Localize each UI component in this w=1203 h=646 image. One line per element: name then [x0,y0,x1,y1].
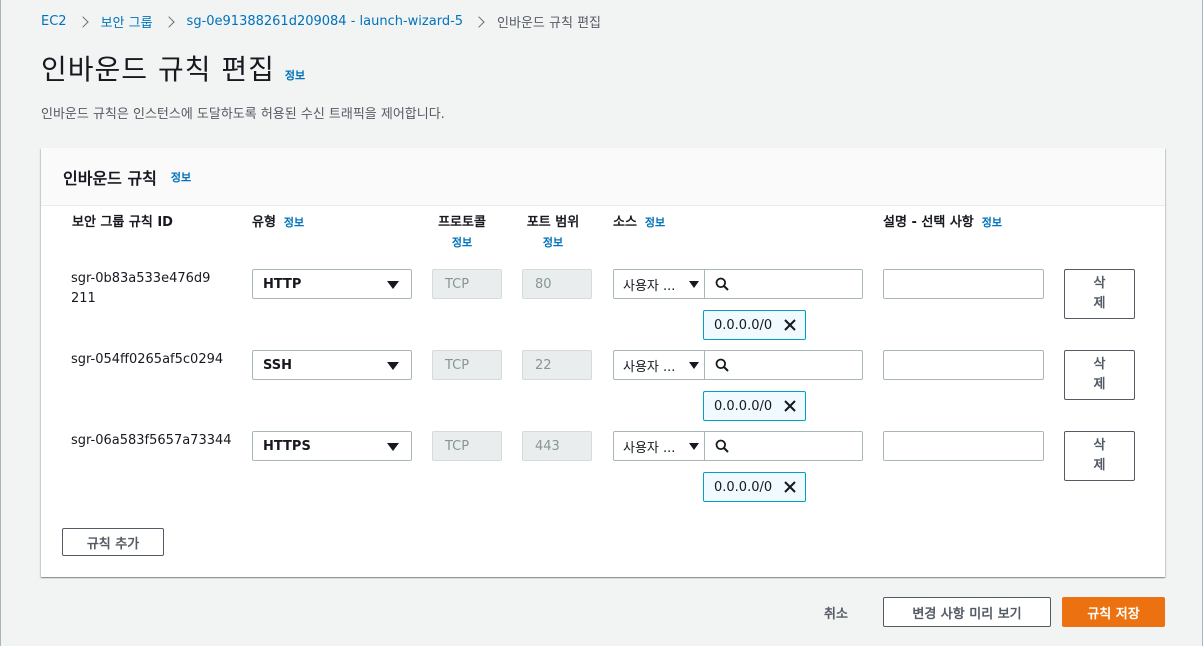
source-search-input[interactable] [704,269,863,299]
cancel-button[interactable]: 취소 [824,603,848,622]
col-header-port-range: 포트 범위 정보 [522,213,584,253]
type-value: HTTP [263,276,302,292]
panel-info-link[interactable]: 정보 [171,169,191,185]
close-icon[interactable] [783,399,797,413]
page-description: 인바운드 규칙은 인스턴스에 도달하도록 허용된 수신 트래픽을 제어합니다. [41,107,445,122]
description-input[interactable] [883,350,1044,380]
rule-id: sgr-054ff0265af5c0294 [71,352,224,367]
protocol-field: TCP [432,431,502,461]
source-token-label: 0.0.0.0/0 [714,317,773,333]
source-search-input[interactable] [704,431,863,461]
rule-row: sgr-06a583f5657a73344 HTTPS TCP 443 사용자 … [41,431,1165,511]
chevron-right-icon [162,15,175,28]
col-header-type: 유형 정보 [252,213,304,233]
chevron-right-icon [76,15,89,28]
breadcrumb-security-groups[interactable]: 보안 그룹 [101,12,153,31]
protocol-info-link[interactable]: 정보 [432,233,492,253]
breadcrumb: EC2 보안 그룹 sg-0e91388261d209084 - launch-… [41,12,601,31]
type-value: HTTPS [263,438,311,454]
search-icon [715,277,729,291]
col-label-source: 소스 [613,215,637,230]
source-type-value: 사용자 ... [623,359,676,375]
caret-down-icon [387,362,399,370]
inbound-rules-panel: 인바운드 규칙 정보 보안 그룹 규칙 ID 유형 정보 프로토콜 정보 포트 범… [41,148,1165,577]
col-header-protocol: 프로토콜 정보 [432,213,492,253]
breadcrumb-security-group[interactable]: sg-0e91388261d209084 - launch-wizard-5 [187,14,464,29]
source-token: 0.0.0.0/0 [703,472,806,502]
type-value: SSH [263,357,293,373]
source-type-value: 사용자 ... [623,440,676,456]
close-icon[interactable] [783,480,797,494]
port-range-field: 22 [522,350,592,380]
description-info-link[interactable]: 정보 [982,216,1002,229]
type-select[interactable]: SSH [252,350,412,380]
source-token: 0.0.0.0/0 [703,391,806,421]
caret-down-icon [387,443,399,451]
col-label-description: 설명 - 선택 사항 [883,215,974,230]
col-label-protocol: 프로토콜 [438,215,486,230]
panel-header: 인바운드 규칙 정보 [41,148,1165,206]
page-title: 인바운드 규칙 편집 [41,53,275,86]
protocol-field: TCP [432,269,502,299]
source-type-select[interactable]: 사용자 ... [613,269,704,299]
rule-id: sgr-06a583f5657a73344 [71,433,232,448]
col-header-source: 소스 정보 [613,213,665,233]
port-range-field: 80 [522,269,592,299]
col-label-port-range: 포트 범위 [526,215,580,230]
col-header-rule-id: 보안 그룹 규칙 ID [72,213,173,233]
type-info-link[interactable]: 정보 [284,216,304,229]
save-rules-button[interactable]: 규칙 저장 [1062,597,1165,627]
source-search-input[interactable] [704,350,863,380]
rule-row: sgr-054ff0265af5c0294 SSH TCP 22 사용자 ...… [41,350,1165,430]
source-token-label: 0.0.0.0/0 [714,479,773,495]
preview-changes-button[interactable]: 변경 사항 미리 보기 [883,597,1051,627]
description-input[interactable] [883,269,1044,299]
type-select[interactable]: HTTPS [252,431,412,461]
panel-title: 인바운드 규칙 [63,168,157,188]
caret-down-icon [689,443,699,450]
page-info-link[interactable]: 정보 [285,67,305,83]
rule-id: sgr-0b83a533e476d9211 [71,271,211,306]
col-label-rule-id: 보안 그룹 규칙 ID [72,215,173,230]
page: EC2 보안 그룹 sg-0e91388261d209084 - launch-… [0,0,1203,646]
breadcrumb-current: 인바운드 규칙 편집 [497,16,601,31]
description-input[interactable] [883,431,1044,461]
source-token: 0.0.0.0/0 [703,310,806,340]
source-type-value: 사용자 ... [623,278,676,294]
search-icon [715,358,729,372]
breadcrumb-ec2[interactable]: EC2 [41,14,67,29]
search-icon [715,439,729,453]
add-rule-button[interactable]: 규칙 추가 [62,528,164,556]
caret-down-icon [689,362,699,369]
delete-rule-button[interactable]: 삭제 [1064,350,1135,400]
source-info-link[interactable]: 정보 [645,216,665,229]
protocol-field: TCP [432,350,502,380]
caret-down-icon [689,281,699,288]
page-header: 인바운드 규칙 편집 정보 [41,48,305,88]
type-select[interactable]: HTTP [252,269,412,299]
source-type-select[interactable]: 사용자 ... [613,350,704,380]
source-token-label: 0.0.0.0/0 [714,398,773,414]
close-icon[interactable] [783,318,797,332]
chevron-right-icon [473,15,485,28]
delete-rule-button[interactable]: 삭제 [1064,269,1135,319]
rule-row: sgr-0b83a533e476d9211 HTTP TCP 80 사용자 ..… [41,269,1165,349]
col-label-type: 유형 [252,215,276,230]
delete-rule-button[interactable]: 삭제 [1064,431,1135,481]
port-range-info-link[interactable]: 정보 [522,233,584,253]
port-range-field: 443 [522,431,592,461]
caret-down-icon [387,281,399,289]
source-type-select[interactable]: 사용자 ... [613,431,704,461]
col-header-description: 설명 - 선택 사항 정보 [883,213,1002,233]
